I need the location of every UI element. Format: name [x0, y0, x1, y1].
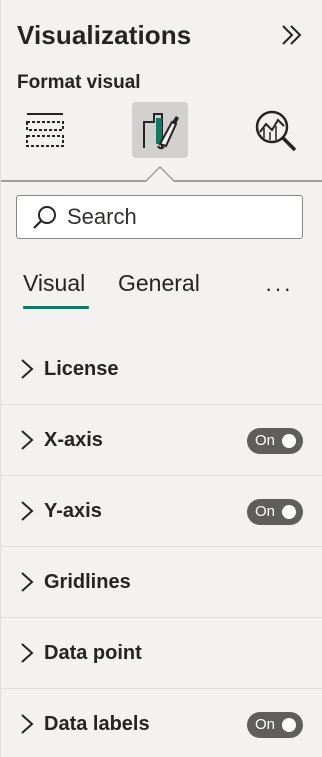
format-card-list: License X-axis On Y-axis On Gridlines Da…	[1, 334, 322, 757]
card-label: X-axis	[44, 429, 103, 451]
pane-title: Visualizations	[17, 20, 192, 50]
analytics-icon	[255, 110, 297, 152]
toggle-knob	[282, 505, 296, 519]
card-data-point[interactable]: Data point	[1, 618, 322, 689]
toggle-state-text: On	[255, 432, 276, 449]
toggle-state-text: On	[255, 503, 276, 520]
analytics-button[interactable]	[247, 102, 303, 158]
format-visual-heading: Format visual	[17, 72, 141, 93]
card-label: Data point	[44, 642, 142, 664]
build-visual-icon	[26, 113, 64, 147]
chevron-right-icon	[21, 359, 34, 379]
format-visual-button[interactable]	[132, 102, 188, 158]
card-label: Gridlines	[44, 571, 131, 593]
chevron-right-icon	[21, 714, 34, 734]
double-chevron-right-icon	[282, 25, 302, 45]
chevron-right-icon	[21, 643, 34, 663]
chevron-right-icon	[21, 572, 34, 592]
toggle-knob	[282, 718, 296, 732]
format-tabs: Visual General ···	[1, 262, 322, 312]
build-visual-button[interactable]	[17, 102, 73, 158]
format-type-switcher	[1, 100, 322, 162]
more-options-button[interactable]: ···	[265, 276, 293, 302]
search-icon	[33, 206, 56, 229]
tab-visual[interactable]: Visual	[23, 270, 85, 297]
format-visual-icon	[143, 113, 179, 150]
tab-general[interactable]: General	[118, 270, 200, 297]
collapse-pane-button[interactable]	[279, 22, 305, 48]
card-license[interactable]: License	[1, 334, 322, 405]
chevron-right-icon	[21, 430, 34, 450]
data-labels-toggle[interactable]: On	[247, 712, 303, 738]
toggle-knob	[282, 434, 296, 448]
card-x-axis[interactable]: X-axis On	[1, 405, 322, 476]
search-box[interactable]	[16, 195, 303, 239]
toggle-state-text: On	[255, 716, 276, 733]
card-label: License	[44, 358, 119, 380]
chevron-right-icon	[21, 501, 34, 521]
visualizations-pane: Visualizations Format visual Search Visu…	[0, 0, 322, 757]
card-y-axis[interactable]: Y-axis On	[1, 476, 322, 547]
card-data-labels[interactable]: Data labels On	[1, 689, 322, 757]
card-label: Y-axis	[44, 500, 102, 522]
card-label: Data labels	[44, 713, 150, 735]
card-gridlines[interactable]: Gridlines	[1, 547, 322, 618]
y-axis-toggle[interactable]: On	[247, 499, 303, 525]
active-tab-underline	[23, 306, 89, 309]
search-input[interactable]	[67, 204, 287, 230]
x-axis-toggle[interactable]: On	[247, 428, 303, 454]
active-indicator-caret	[146, 166, 174, 182]
pane-header: Visualizations	[1, 0, 322, 70]
